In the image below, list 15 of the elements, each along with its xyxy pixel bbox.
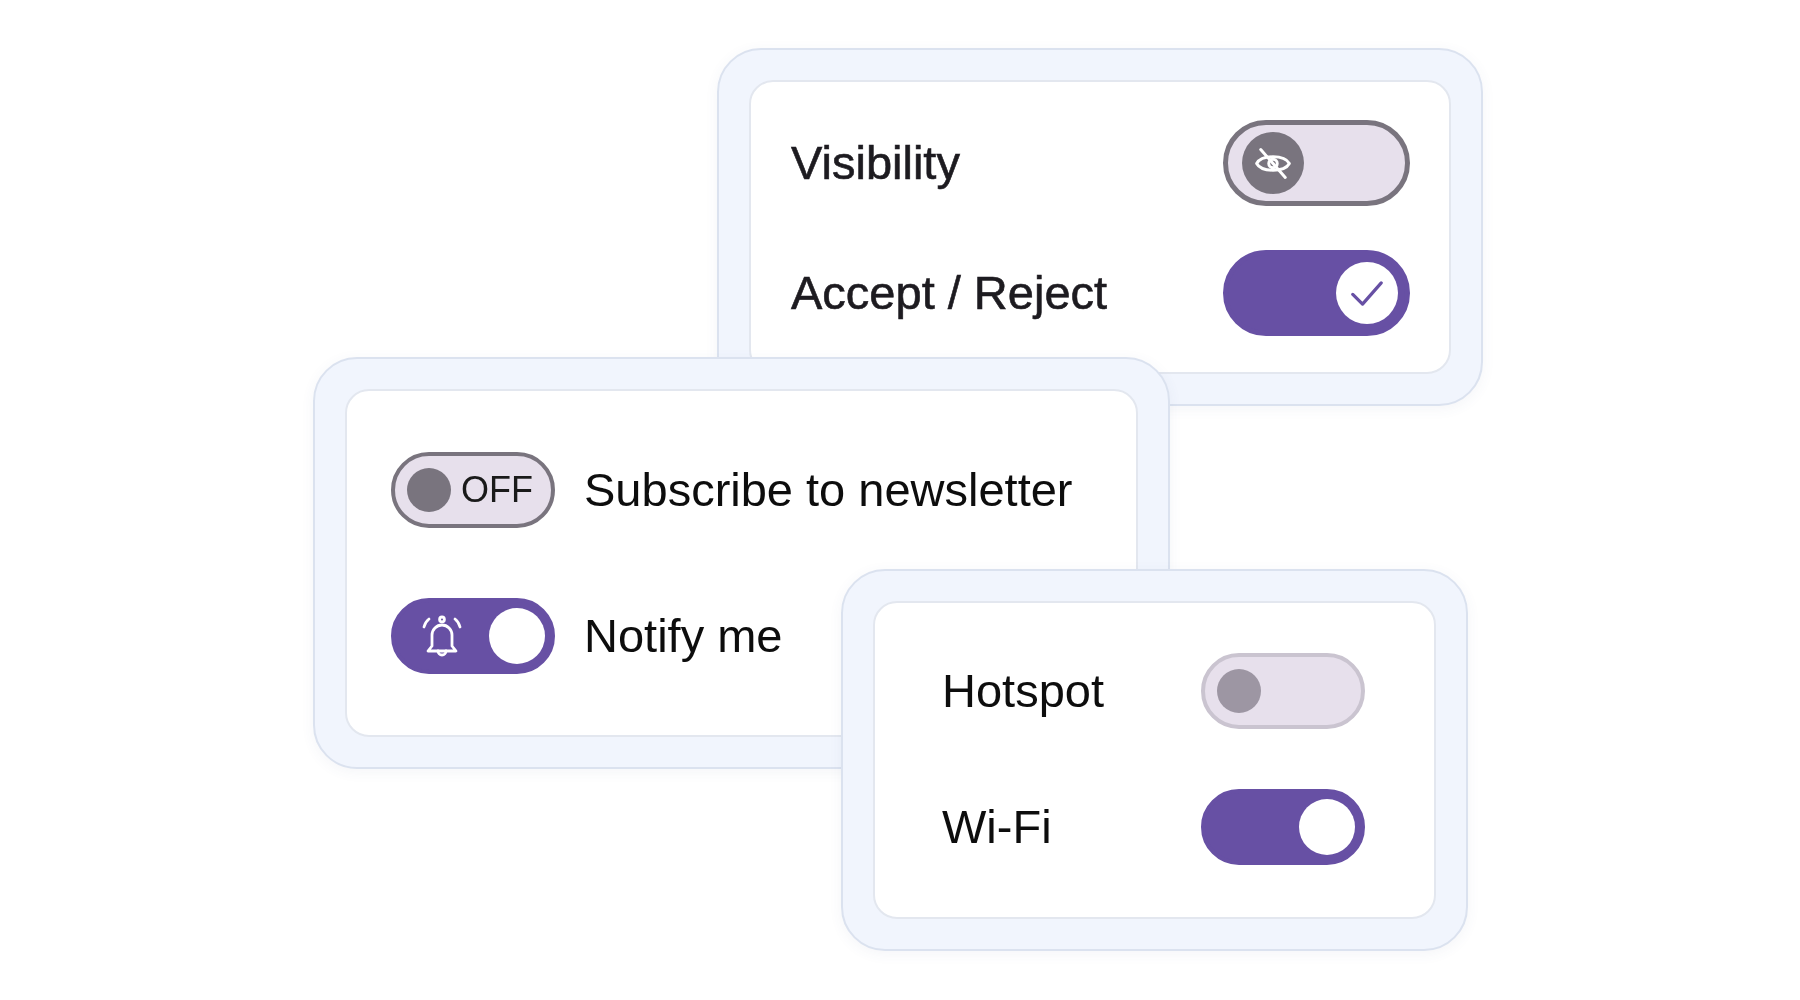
switch-label: Wi-Fi (942, 799, 1052, 854)
switch-label: Accept / Reject (791, 265, 1108, 320)
switch-label: Subscribe to newsletter (584, 462, 1073, 517)
check-icon (1351, 280, 1383, 306)
switch-thumb[interactable] (489, 608, 545, 664)
switch-thumb[interactable] (1299, 799, 1355, 855)
bell-icon (422, 615, 462, 657)
switch-label: Hotspot (942, 663, 1104, 718)
switch-thumb[interactable] (1242, 132, 1304, 194)
eye-slash-icon (1255, 146, 1291, 180)
switch-thumb[interactable] (407, 468, 451, 512)
switch-label: Visibility (791, 135, 960, 190)
switch-thumb[interactable] (1336, 262, 1398, 324)
toggle-switch[interactable]: OFF (391, 452, 555, 528)
switch-label: Notify me (584, 608, 783, 663)
